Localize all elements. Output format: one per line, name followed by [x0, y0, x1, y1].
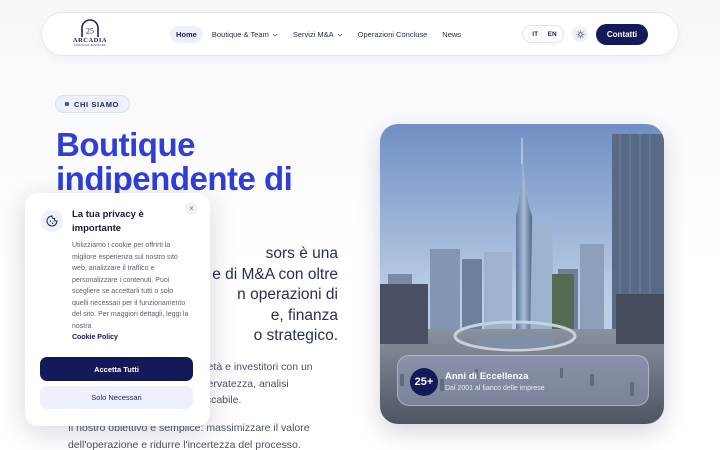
theme-toggle-button[interactable]	[572, 26, 588, 42]
badge-dot	[65, 102, 69, 106]
cookie-policy-link[interactable]: Cookie Policy	[72, 332, 190, 344]
cookie-description: Utilizziamo i cookie per offrirti la mig…	[72, 240, 190, 344]
nav-boutique-team[interactable]: Boutique & Team	[206, 26, 284, 43]
experience-stat-card: 25+ Anni di Eccellenza Dal 2001 al fianc…	[397, 355, 649, 406]
nav-operazioni-concluse[interactable]: Operazioni Concluse	[352, 26, 434, 43]
nav-servizi-ma[interactable]: Servizi M&A	[287, 26, 349, 43]
nav-news[interactable]: News	[436, 26, 467, 43]
logo-name: ARCADIA	[72, 37, 108, 44]
cookie-consent-dialog: × La tua privacy è importante Utilizziam…	[25, 193, 210, 426]
hero-body-paragraph-1: cietà e investitori con un iservatezza, …	[200, 361, 313, 406]
cookie-icon	[41, 210, 63, 232]
hero-title: Boutique indipendente di	[56, 126, 293, 197]
sun-icon	[575, 29, 585, 39]
chevron-down-icon	[272, 33, 278, 37]
main-menu: Home Boutique & Team Servizi M&A Operazi…	[170, 26, 470, 43]
close-icon[interactable]: ×	[185, 202, 198, 215]
language-switcher: IT EN	[522, 25, 564, 43]
svg-text:25: 25	[86, 27, 94, 36]
necessary-only-button[interactable]: Solo Necessari	[40, 386, 193, 409]
accept-all-button[interactable]: Accetta Tutti	[40, 357, 193, 381]
lang-en-button[interactable]: EN	[548, 31, 557, 38]
top-navbar: 25 ARCADIA FINANCIAL ADVISORS Home Bouti…	[41, 12, 679, 56]
cookie-title: La tua privacy è importante	[72, 209, 144, 234]
arcadia-logo[interactable]: 25 ARCADIA FINANCIAL ADVISORS	[70, 19, 110, 53]
chevron-down-icon	[337, 33, 342, 37]
contact-button[interactable]: Contatti	[596, 24, 648, 45]
logo-tagline: FINANCIAL ADVISORS	[74, 44, 106, 47]
stat-subtitle: Dal 2001 al fianco delle imprese	[445, 385, 545, 392]
stat-number: 25+	[410, 368, 438, 396]
stat-title: Anni di Eccellenza	[445, 371, 529, 382]
nav-home[interactable]: Home	[170, 26, 203, 43]
badge-label: CHI SIAMO	[74, 99, 119, 109]
lang-it-button[interactable]: IT	[529, 28, 542, 40]
logo-arch-emblem: 25	[81, 19, 99, 37]
section-badge: CHI SIAMO	[55, 95, 130, 113]
